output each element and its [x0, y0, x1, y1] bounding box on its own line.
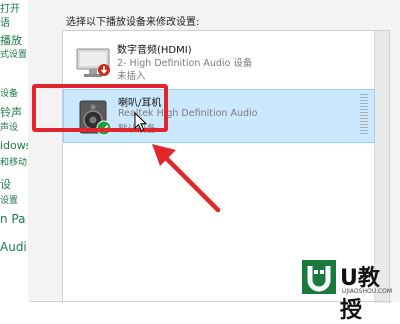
bg-text-fragment[interactable]: 播放 [0, 32, 22, 48]
bg-text-fragment[interactable]: 打开 [0, 0, 20, 15]
device-name: 数字音频(HDMI) [117, 45, 192, 56]
disconnected-badge-icon [98, 64, 110, 76]
mouse-cursor-icon [134, 112, 148, 132]
volume-level-meter [360, 94, 368, 134]
bg-text-fragment[interactable]: 设备 [0, 86, 18, 99]
ujiaoshou-logo-icon [302, 260, 336, 294]
bg-text-fragment[interactable]: Audi [0, 240, 27, 254]
device-item-hdmi[interactable]: 数字音频(HDMI) 2- High Definition Audio 设备 未… [63, 35, 373, 87]
bg-text-fragment[interactable]: 和移动 [0, 155, 27, 168]
background-window-strip: 打开 语 播放 式设置 设备 铃声 声设 idows 和移动 设 设置 n Pa… [0, 0, 32, 302]
bg-text-fragment[interactable]: 声设 [0, 120, 18, 133]
device-status: 未插入 [117, 71, 146, 82]
bg-text-fragment[interactable]: 语 [0, 14, 10, 29]
annotation-arrow-icon [152, 144, 221, 213]
bg-text-fragment[interactable]: 设置 [0, 193, 18, 206]
bg-text-fragment[interactable]: 铃声 [0, 104, 22, 120]
bg-text-fragment[interactable]: n Pa [0, 212, 25, 226]
device-driver: 2- High Definition Audio 设备 [117, 58, 253, 69]
bg-text-fragment[interactable]: idows [0, 139, 32, 152]
bg-text-fragment[interactable]: 设 [0, 176, 11, 192]
watermark-url: UJIAOSHOU.COM [342, 288, 393, 295]
watermark-logo: U教授 UJIAOSHOU.COM [300, 256, 400, 323]
bg-text-fragment[interactable]: 式设置 [0, 47, 27, 60]
dialog-heading: 选择以下播放设备来修改设置: [66, 17, 200, 28]
